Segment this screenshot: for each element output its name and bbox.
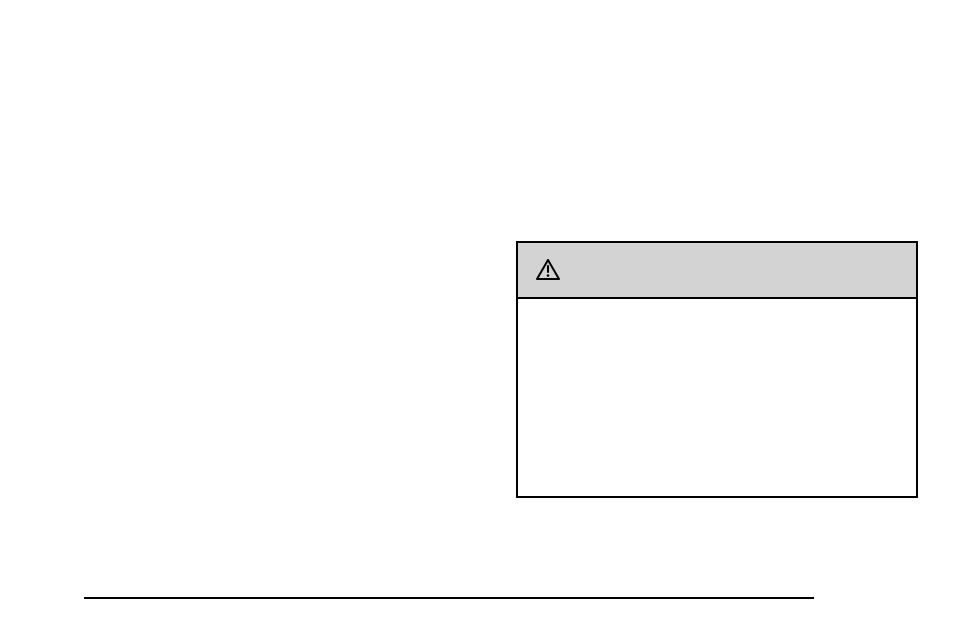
footer-divider [84,597,814,599]
caution-header [518,243,916,299]
warning-triangle-icon [536,259,560,281]
caution-box [516,241,918,498]
